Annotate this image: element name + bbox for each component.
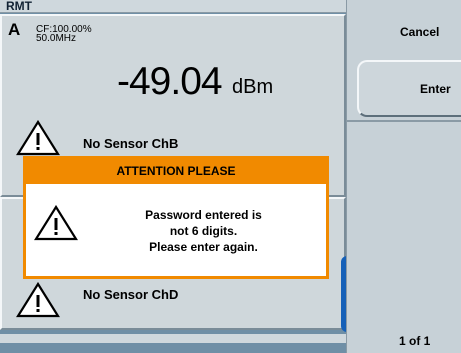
channel-label: A	[8, 20, 21, 39]
sensor-d-status: No Sensor ChD	[83, 287, 179, 302]
warning-icon	[34, 205, 78, 241]
measurement-unit: dBm	[232, 76, 274, 98]
dialog-title: ATTENTION PLEASE	[26, 159, 326, 184]
enter-label: Enter	[420, 82, 451, 96]
status-bar: RMT	[0, 0, 346, 13]
warning-icon	[16, 282, 60, 318]
softkey-divider	[346, 120, 461, 122]
measurement-value: -49.04	[117, 60, 223, 103]
enter-button[interactable]: Enter	[357, 60, 461, 117]
dialog-message-line: Please enter again.	[149, 240, 258, 254]
sensor-b-status: No Sensor ChB	[83, 136, 179, 151]
page-indicator: 1 of 1	[399, 334, 431, 348]
frequency: 50.0MHz	[36, 33, 77, 44]
warning-icon	[16, 120, 60, 156]
dialog-message-line: Password entered is	[145, 208, 262, 222]
attention-dialog: ATTENTION PLEASE Password entered is not…	[23, 156, 329, 279]
dialog-message-line: not 6 digits.	[169, 224, 238, 238]
status-footer	[0, 334, 346, 343]
remote-mode-indicator: RMT	[6, 0, 32, 13]
cancel-button[interactable]: Cancel	[364, 2, 461, 58]
cancel-label: Cancel	[400, 25, 440, 39]
